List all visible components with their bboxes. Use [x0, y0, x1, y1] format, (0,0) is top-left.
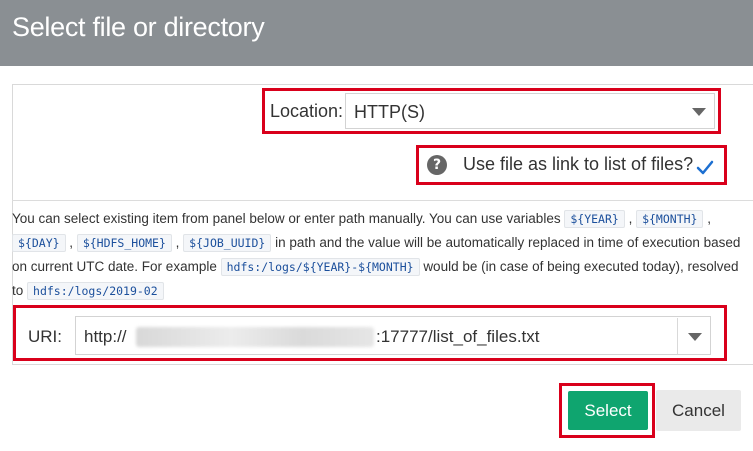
location-select[interactable]: HTTP(S) — [345, 93, 715, 129]
select-file-dialog: Select file or directory Location: HTTP(… — [0, 0, 753, 451]
help-description: You can select existing item from panel … — [12, 210, 741, 300]
panel-divider — [12, 200, 753, 201]
cancel-button[interactable]: Cancel — [656, 390, 741, 431]
chevron-down-icon — [692, 108, 706, 116]
redacted-host — [136, 327, 374, 347]
variable-month: ${MONTH} — [636, 210, 704, 228]
resolved-path: hdfs:/logs/2019-02 — [27, 282, 164, 300]
location-label: Location: — [270, 101, 344, 121]
variable-day: ${DAY} — [12, 234, 66, 252]
uri-dropdown-divider — [677, 318, 678, 354]
variable-hdfs-home: ${HDFS_HOME} — [76, 234, 172, 252]
chevron-down-icon[interactable] — [688, 333, 702, 341]
question-circle-icon[interactable]: ? — [427, 155, 447, 175]
link-option-label: Use file as link to list of files? — [463, 154, 694, 174]
uri-prefix: http:// — [84, 327, 127, 346]
uri-label: URI: — [28, 327, 62, 346]
link-option-checkbox[interactable] — [692, 154, 718, 180]
example-path: hdfs:/logs/${YEAR}-${MONTH} — [220, 258, 420, 276]
select-button[interactable]: Select — [568, 391, 648, 430]
location-value: HTTP(S) — [354, 102, 425, 122]
dialog-title: Select file or directory — [12, 12, 265, 42]
checkmark-icon — [696, 160, 714, 175]
variable-job-uuid: ${JOB_UUID} — [183, 234, 272, 252]
variable-year: ${YEAR} — [564, 210, 625, 228]
dialog-titlebar: Select file or directory — [0, 0, 753, 66]
uri-suffix: :17777/list_of_files.txt — [376, 327, 540, 346]
